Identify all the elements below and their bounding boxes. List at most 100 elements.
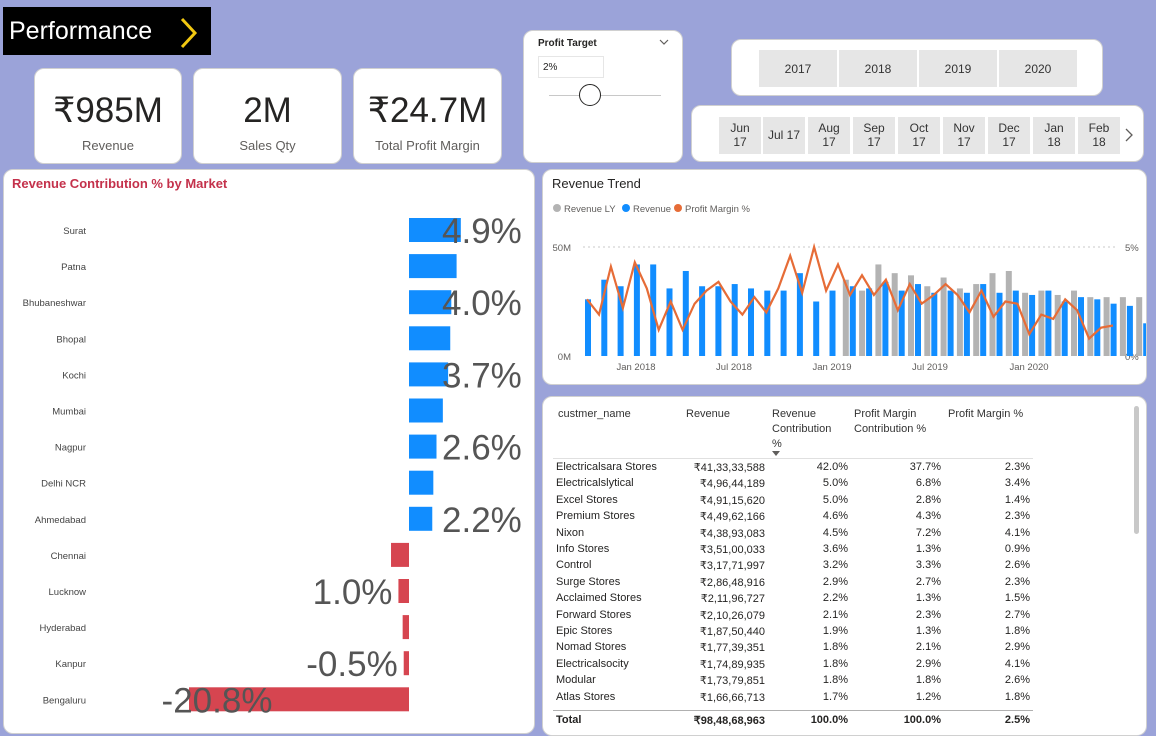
profit-target-input[interactable]: 2% — [538, 56, 604, 78]
chevron-right-icon[interactable] — [1124, 128, 1134, 142]
market-data-label: 3.7% — [442, 356, 522, 395]
month-button[interactable]: Jun 17 — [719, 117, 761, 154]
cell-profit-contribution: 2.1% — [915, 641, 941, 654]
cell-revenue: ₹4,38,93,083 — [699, 527, 765, 540]
column-header[interactable]: Profit Margin Contribution % — [854, 407, 940, 437]
column-header[interactable]: custmer_name — [558, 407, 631, 422]
month-button[interactable]: Jul 17 — [763, 117, 805, 154]
table-row[interactable]: Atlas Stores ₹1,66,66,713 1.7% 1.2% 1.8% — [556, 690, 1033, 706]
x-tick: Jul 2018 — [716, 362, 752, 373]
slider-track[interactable] — [549, 95, 661, 96]
chevron-down-icon[interactable] — [659, 39, 669, 46]
market-data-label: 1.0% — [313, 573, 393, 612]
year-button[interactable]: 2020 — [999, 50, 1077, 87]
table-row[interactable]: Electricalsocity ₹1,74,89,935 1.8% 2.9% 4.1% — [556, 657, 1033, 673]
column-header[interactable]: Profit Margin % — [948, 407, 1023, 422]
market-label: Bhubaneshwar — [23, 298, 86, 309]
revenue-bar — [1110, 303, 1117, 356]
month-label: Dec — [998, 121, 1020, 135]
revenue-trend-chart: Revenue Trend Revenue LY Revenue Profit Ma… — [542, 169, 1147, 385]
y-tick: 50M — [553, 243, 572, 254]
cell-contribution: 4.5% — [822, 526, 848, 539]
cell-profit-contribution: 1.3% — [915, 625, 941, 637]
table-row[interactable]: Acclaimed Stores ₹2,11,96,727 2.2% 1.3% 1.5% — [556, 591, 1033, 607]
cell-profit-margin: 2.3% — [1004, 510, 1030, 523]
year-button[interactable]: 2019 — [919, 50, 997, 87]
column-header[interactable]: Revenue Contribution % — [772, 407, 844, 452]
cell-customer-name: Electricalslytical — [556, 477, 634, 490]
table-row[interactable]: Electricalsara Stores ₹41,33,33,588 42.0% 3… — [556, 460, 1033, 476]
total-label: Total — [556, 714, 582, 726]
revenue-bar — [829, 290, 836, 356]
cell-profit-contribution: 1.2% — [915, 690, 941, 703]
month-button[interactable]: Nov 17 — [943, 117, 985, 154]
revenue-bar — [963, 292, 970, 356]
cell-revenue: ₹1,73,79,851 — [699, 675, 765, 688]
revenue-trend-plot: Revenue LY Revenue Profit Margin %50M0M5%0… — [553, 204, 1146, 373]
cell-customer-name: Premium Stores — [556, 510, 635, 523]
month-label: Jun — [730, 121, 750, 135]
cell-profit-margin: 2.6% — [1004, 559, 1030, 572]
cell-contribution: 3.6% — [822, 543, 848, 555]
year-slicer: 2017 2018 2019 2020 — [731, 39, 1103, 96]
market-bar-chart: Surat 4.9% Patna Bhubaneshwar 4.0% Bhopal Koch… — [23, 212, 522, 720]
table-row[interactable]: Epic Stores ₹1,87,50,440 1.9% 1.3% 1.8% — [556, 624, 1033, 640]
market-bar — [409, 398, 443, 423]
market-bar — [409, 506, 433, 531]
revenue-ly-bar — [1136, 297, 1143, 356]
year-button[interactable]: 2018 — [839, 50, 917, 87]
market-bar — [402, 615, 409, 640]
revenue-bar — [682, 270, 689, 356]
month-button[interactable]: Dec 17 — [988, 117, 1030, 154]
column-header[interactable]: Revenue — [686, 407, 730, 422]
market-data-label: -0.5% — [306, 645, 397, 684]
cell-contribution: 3.2% — [822, 559, 848, 572]
legend-marker — [622, 204, 630, 212]
table-row[interactable]: Premium Stores ₹4,49,62,166 4.6% 4.3% 2.3% — [556, 509, 1033, 525]
table-row[interactable]: Surge Stores ₹2,86,48,916 2.9% 2.7% 2.3% — [556, 575, 1033, 591]
table-row[interactable]: Electricalslytical ₹4,96,44,189 5.0% 6.8% 3.… — [556, 476, 1033, 492]
table-row[interactable]: Nixon ₹4,38,93,083 4.5% 7.2% 4.1% — [556, 526, 1033, 542]
cell-revenue: ₹4,49,62,166 — [699, 511, 765, 524]
cell-customer-name: Acclaimed Stores — [556, 592, 642, 605]
scrollbar[interactable] — [1134, 406, 1139, 534]
month-year: 17 — [912, 135, 926, 149]
cell-contribution: 42.0% — [816, 461, 848, 473]
cell-customer-name: Surge Stores — [556, 575, 621, 588]
page-title[interactable]: Performance — [3, 7, 211, 55]
table-row[interactable]: Control ₹3,17,71,997 3.2% 3.3% 2.6% — [556, 558, 1033, 574]
month-button[interactable]: Oct 17 — [898, 117, 940, 154]
legend-label: Revenue — [633, 204, 671, 215]
table-row[interactable]: Modular ₹1,73,79,851 1.8% 1.8% 2.6% — [556, 673, 1033, 689]
month-button[interactable]: Feb 18 — [1078, 117, 1120, 154]
market-data-label: 2.6% — [442, 429, 522, 468]
cell-contribution: 2.9% — [822, 575, 848, 588]
month-button[interactable]: Sep 17 — [853, 117, 895, 154]
slider-handle[interactable] — [579, 84, 601, 106]
month-button[interactable]: Jan 18 — [1033, 117, 1075, 154]
revenue-bar — [764, 290, 771, 356]
month-button[interactable]: Aug 17 — [808, 117, 850, 154]
page-title-text: Performance — [9, 16, 153, 45]
month-label: Sep — [863, 121, 885, 135]
market-bar — [391, 542, 409, 567]
month-label: Nov — [953, 121, 975, 135]
table-row[interactable]: Forward Stores ₹2,10,26,079 2.1% 2.3% 2.7% — [556, 608, 1033, 624]
market-label: Surat — [63, 226, 86, 237]
cell-profit-contribution: 3.3% — [915, 559, 941, 572]
x-tick: Jul 2019 — [912, 362, 948, 373]
cell-revenue: ₹41,33,33,588 — [693, 462, 765, 474]
revenue-ly-bar — [1087, 297, 1094, 356]
market-label: Nagpur — [55, 443, 86, 454]
kpi-value: 2M — [243, 91, 292, 130]
year-button[interactable]: 2017 — [759, 50, 837, 87]
cell-profit-margin: 0.9% — [1004, 543, 1030, 555]
table-row[interactable]: Nomad Stores ₹1,77,39,351 1.8% 2.1% 2.9% — [556, 640, 1033, 656]
revenue-ly-bar — [1071, 290, 1077, 356]
kpi-card-profit-margin: ₹24.7M Total Profit Margin — [353, 68, 502, 164]
revenue-bar — [1012, 290, 1019, 356]
table-row[interactable]: Info Stores ₹3,51,00,033 3.6% 1.3% 0.9% — [556, 542, 1033, 558]
cell-customer-name: Atlas Stores — [556, 690, 616, 703]
cell-revenue: ₹2,11,96,727 — [700, 593, 765, 606]
table-row[interactable]: Excel Stores ₹4,91,15,620 5.0% 2.8% 1.4% — [556, 493, 1033, 509]
